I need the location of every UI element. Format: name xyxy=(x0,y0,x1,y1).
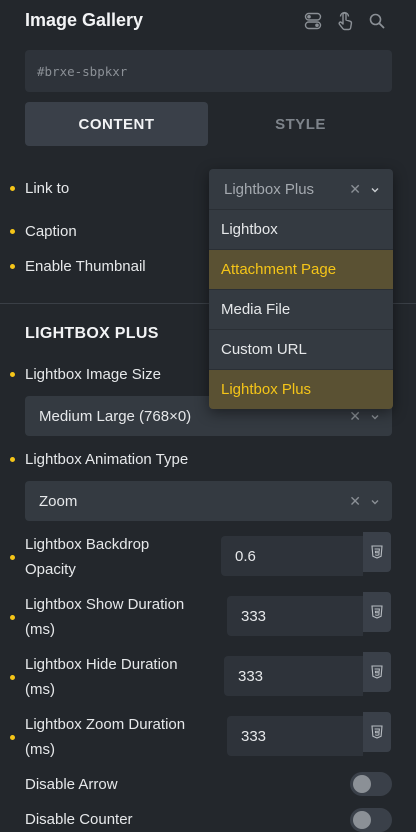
animation-type-select[interactable]: Zoom ✕ xyxy=(25,481,392,521)
clear-icon[interactable]: ✕ xyxy=(349,181,361,198)
clear-icon[interactable]: ✕ xyxy=(349,408,361,425)
disable-counter-label: Disable Counter xyxy=(25,811,133,828)
chevron-down-icon[interactable] xyxy=(370,182,380,199)
link-to-label: Link to xyxy=(25,180,70,197)
chevron-down-icon[interactable] xyxy=(370,409,380,426)
link-to-dropdown[interactable]: Lightbox Plus ✕ Lightbox Attachment Page… xyxy=(209,169,393,409)
label-line: Opacity xyxy=(25,561,76,578)
toggle-knob xyxy=(353,811,371,829)
chevron-down-icon[interactable] xyxy=(370,494,380,511)
zoom-duration-label: Lightbox Zoom Duration (ms) xyxy=(25,712,185,762)
control-indicator-dot xyxy=(10,372,15,377)
clear-icon[interactable]: ✕ xyxy=(349,493,361,510)
caption-label: Caption xyxy=(25,223,77,240)
element-id-field[interactable]: #brxe-sbpkxr xyxy=(25,50,392,92)
link-to-value: Lightbox Plus xyxy=(224,180,315,198)
css3-icon[interactable] xyxy=(363,532,391,572)
backdrop-opacity-label: Lightbox Backdrop Opacity xyxy=(25,532,149,582)
control-indicator-dot xyxy=(10,615,15,620)
dropdown-option-custom-url[interactable]: Custom URL xyxy=(209,329,393,369)
css3-icon[interactable] xyxy=(363,652,391,692)
control-indicator-dot xyxy=(10,675,15,680)
control-indicator-dot xyxy=(10,229,15,234)
label-line: Lightbox Hide Duration xyxy=(25,656,178,673)
show-duration-label: Lightbox Show Duration (ms) xyxy=(25,592,184,642)
control-indicator-dot xyxy=(10,457,15,462)
hide-duration-label: Lightbox Hide Duration (ms) xyxy=(25,652,178,702)
label-line: Lightbox Zoom Duration xyxy=(25,716,186,733)
tab-content[interactable]: CONTENT xyxy=(25,102,208,146)
image-size-label: Lightbox Image Size xyxy=(25,366,161,383)
css3-icon[interactable] xyxy=(363,712,391,752)
section-title: LIGHTBOX PLUS xyxy=(25,325,159,342)
disable-arrow-toggle[interactable] xyxy=(350,772,392,796)
toggle-icon[interactable] xyxy=(303,11,323,31)
enable-thumbnail-label: Enable Thumbnail xyxy=(25,258,146,275)
dropdown-option-media-file[interactable]: Media File xyxy=(209,289,393,329)
label-line: Lightbox Show Duration xyxy=(25,596,185,613)
animation-type-label: Lightbox Animation Type xyxy=(25,451,189,468)
dropdown-option-attachment-page[interactable]: Attachment Page xyxy=(209,249,393,289)
disable-counter-toggle[interactable] xyxy=(350,808,392,832)
dropdown-option-lightbox-plus[interactable]: Lightbox Plus xyxy=(209,369,393,409)
dropdown-option-lightbox[interactable]: Lightbox xyxy=(209,209,393,249)
tab-style[interactable]: STYLE xyxy=(209,102,392,146)
panel-title: Image Gallery xyxy=(25,10,144,30)
toggle-knob xyxy=(353,775,371,793)
image-size-value: Medium Large (768×0) xyxy=(39,407,192,425)
animation-type-value: Zoom xyxy=(39,492,78,510)
control-indicator-dot xyxy=(10,555,15,560)
label-line: (ms) xyxy=(25,681,55,698)
search-icon[interactable] xyxy=(367,11,387,31)
control-indicator-dot xyxy=(10,735,15,740)
link-to-select[interactable]: Lightbox Plus ✕ xyxy=(209,169,393,209)
backdrop-opacity-input[interactable]: 0.6 xyxy=(221,536,363,576)
hand-pointer-icon[interactable] xyxy=(335,11,355,31)
disable-arrow-label: Disable Arrow xyxy=(25,776,118,793)
label-line: Lightbox Backdrop xyxy=(25,536,150,553)
label-line: (ms) xyxy=(25,621,55,638)
zoom-duration-input[interactable]: 333 xyxy=(227,716,363,756)
hide-duration-input[interactable]: 333 xyxy=(224,656,363,696)
show-duration-input[interactable]: 333 xyxy=(227,596,363,636)
control-indicator-dot xyxy=(10,264,15,269)
css3-icon[interactable] xyxy=(363,592,391,632)
label-line: (ms) xyxy=(25,741,55,758)
control-indicator-dot xyxy=(10,186,15,191)
